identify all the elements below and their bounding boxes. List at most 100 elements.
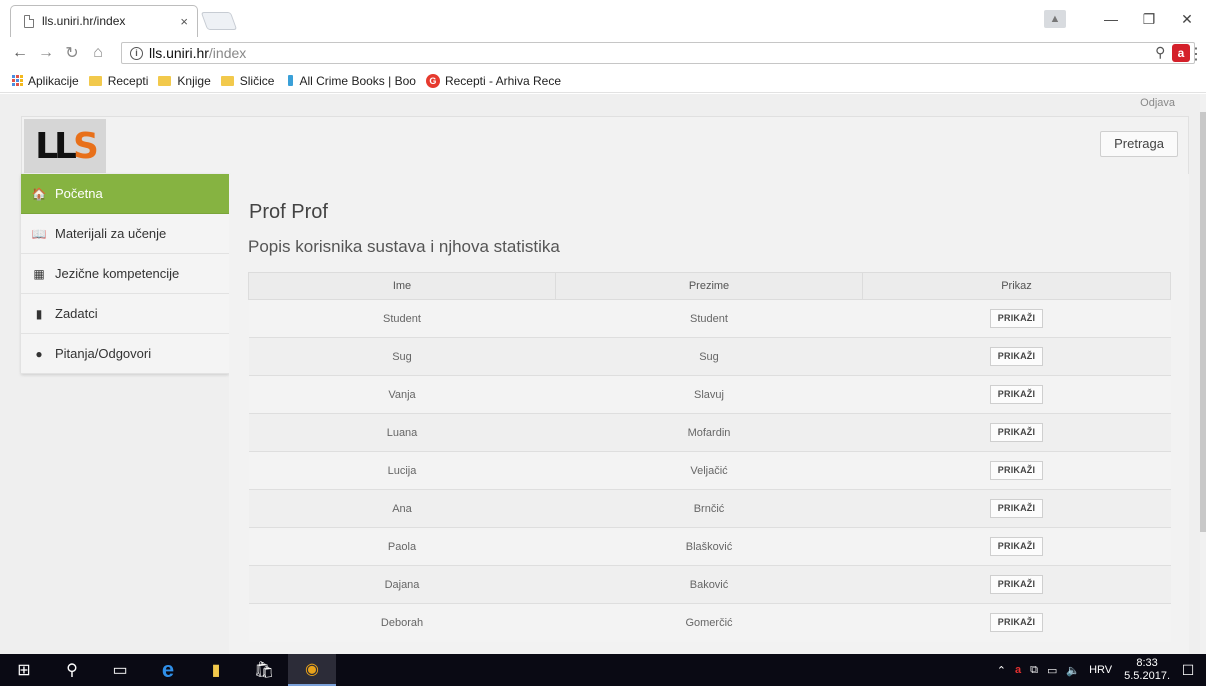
table-row: Lucija Veljačić PRIKAŽI bbox=[248, 451, 1171, 490]
bookmark-label: Aplikacije bbox=[28, 73, 79, 88]
key-icon[interactable]: ⚲ bbox=[1155, 44, 1165, 61]
restore-icon[interactable]: ❐ bbox=[1130, 11, 1168, 28]
bookmark-label: All Crime Books | Boo bbox=[299, 73, 416, 88]
show-user-button[interactable]: PRIKAŽI bbox=[989, 613, 1044, 633]
new-tab-button[interactable] bbox=[200, 12, 238, 30]
logo-text: LLS bbox=[35, 125, 99, 167]
tray-overflow-icon[interactable]: ⌃ bbox=[997, 664, 1006, 677]
column-header-prezime[interactable]: Prezime bbox=[555, 272, 863, 300]
reload-icon[interactable]: ↻ bbox=[61, 43, 83, 63]
column-header-ime[interactable]: Ime bbox=[248, 272, 556, 300]
cell-ime: Deborah bbox=[248, 603, 556, 642]
bookmark-recepti[interactable]: Recepti bbox=[88, 74, 148, 88]
clock-date: 5.5.2017. bbox=[1124, 670, 1170, 682]
cell-prikaz: PRIKAŽI bbox=[862, 489, 1171, 528]
table-row: Ana Brnčić PRIKAŽI bbox=[248, 489, 1171, 528]
main-content: Prof Prof Popis korisnika sustava i njho… bbox=[229, 174, 1189, 654]
wifi-icon[interactable]: ⧉ bbox=[1030, 664, 1038, 677]
url-path: /index bbox=[208, 45, 247, 61]
show-user-button[interactable]: PRIKAŽI bbox=[989, 309, 1044, 328]
logout-link[interactable]: Odjava bbox=[1140, 97, 1175, 109]
show-user-button[interactable]: PRIKAŽI bbox=[989, 499, 1044, 518]
windows-start-icon[interactable]: ⊞ bbox=[0, 654, 48, 686]
scrollbar-thumb[interactable] bbox=[1200, 112, 1206, 532]
show-user-button[interactable]: PRIKAŽI bbox=[989, 461, 1044, 480]
site-logo[interactable]: LLS bbox=[24, 119, 106, 173]
sidebar-item-pitanja[interactable]: ● Pitanja/Odgovori bbox=[21, 334, 229, 374]
cell-prikaz: PRIKAŽI bbox=[862, 413, 1171, 452]
tab-close-icon[interactable]: × bbox=[180, 14, 188, 29]
cell-ime: Ana bbox=[248, 489, 556, 528]
back-arrow-icon[interactable]: ← bbox=[9, 44, 31, 62]
cell-prezime: Sug bbox=[555, 337, 863, 376]
show-user-button[interactable]: PRIKAŽI bbox=[989, 575, 1044, 594]
site-info-icon[interactable]: i bbox=[130, 46, 143, 60]
cell-ime: Sug bbox=[248, 337, 556, 376]
clock-time: 8:33 bbox=[1136, 657, 1158, 669]
column-header-prikaz[interactable]: Prikaz bbox=[862, 272, 1171, 300]
sidebar-item-zadatci[interactable]: ▮ Zadatci bbox=[21, 294, 229, 334]
sidebar-nav: 🏠 Početna 📖 Materijali za učenje ▦ Jezič… bbox=[21, 174, 229, 374]
edge-browser-icon[interactable]: e bbox=[144, 654, 192, 686]
sidebar-item-materijali[interactable]: 📖 Materijali za učenje bbox=[21, 214, 229, 254]
sidebar-item-label: Početna bbox=[55, 186, 103, 201]
bookmark-slicice[interactable]: Sličice bbox=[220, 73, 275, 88]
user-profile-icon[interactable]: ▲ bbox=[1044, 10, 1066, 28]
browser-menu-icon[interactable]: ⋮ bbox=[1188, 44, 1204, 64]
bookmark-recepti-arhiva[interactable]: G Recepti - Arhiva Rece bbox=[425, 73, 561, 88]
language-indicator[interactable]: HRV bbox=[1089, 664, 1112, 676]
home-icon[interactable]: ⌂ bbox=[87, 44, 109, 62]
sidebar-item-pocetna[interactable]: 🏠 Početna bbox=[21, 174, 229, 214]
cell-ime: Student bbox=[248, 299, 556, 338]
bookmark-apps[interactable]: Aplikacije bbox=[12, 74, 79, 88]
task-view-icon[interactable]: ▭ bbox=[96, 654, 144, 686]
calendar-icon: ▦ bbox=[33, 266, 45, 281]
chrome-icon[interactable]: ◉ bbox=[288, 654, 336, 686]
store-icon[interactable]: 🛍 bbox=[240, 654, 288, 686]
cell-prezime: Brnčić bbox=[555, 489, 863, 528]
file-explorer-icon[interactable]: ▮ bbox=[192, 654, 240, 686]
page-favicon-icon bbox=[24, 14, 34, 28]
browser-tab[interactable]: lls.uniri.hr/index × bbox=[10, 5, 198, 37]
bookmark-knjige[interactable]: Knjige bbox=[158, 74, 211, 88]
system-tray: ⌃ a ⧉ ▭ 🔈 HRV 8:33 5.5.2017. ☐ bbox=[988, 654, 1206, 686]
action-center-icon[interactable]: ☐ bbox=[1170, 662, 1206, 679]
search-button[interactable]: Pretraga bbox=[1100, 131, 1178, 157]
table-row: Sug Sug PRIKAŽI bbox=[248, 337, 1171, 376]
folder-icon bbox=[158, 75, 172, 86]
minimize-icon[interactable]: — bbox=[1092, 11, 1130, 27]
window-controls: ▲ — ❐ ✕ bbox=[1044, 0, 1206, 38]
avira-tray-icon[interactable]: a bbox=[1015, 664, 1021, 676]
table-header-row: Ime Prezime Prikaz bbox=[248, 272, 1171, 300]
page-scrollbar[interactable] bbox=[1200, 94, 1206, 654]
bookmark-crime-books[interactable]: All Crime Books | Boo bbox=[284, 74, 416, 88]
cell-prikaz: PRIKAŽI bbox=[862, 299, 1171, 338]
battery-icon[interactable]: ▭ bbox=[1047, 664, 1057, 677]
clock[interactable]: 8:33 5.5.2017. bbox=[1124, 657, 1170, 683]
show-user-button[interactable]: PRIKAŽI bbox=[989, 347, 1044, 366]
table-row: Deborah Gomerčić PRIKAŽI bbox=[248, 603, 1171, 642]
volume-muted-icon[interactable]: 🔈 bbox=[1066, 664, 1080, 677]
show-user-button[interactable]: PRIKAŽI bbox=[989, 385, 1044, 404]
cell-prikaz: PRIKAŽI bbox=[862, 337, 1171, 376]
table-row: Student Student PRIKAŽI bbox=[248, 299, 1171, 338]
close-icon[interactable]: ✕ bbox=[1168, 11, 1206, 28]
bookmark-label: Sličice bbox=[239, 73, 275, 88]
cell-prezime: Baković bbox=[555, 565, 863, 604]
address-bar[interactable]: i lls.uniri.hr/index ⚲ ☆ bbox=[121, 42, 1195, 64]
cell-prezime: Veljačić bbox=[555, 451, 863, 490]
search-icon[interactable]: ⚲ bbox=[48, 654, 96, 686]
bookmarks-bar: Aplikacije Recepti Knjige Sličice All Cr… bbox=[0, 69, 1206, 93]
table-row: Paola Blašković PRIKAŽI bbox=[248, 527, 1171, 566]
cell-prezime: Gomerčić bbox=[555, 603, 863, 642]
speech-bubble-icon: ● bbox=[35, 346, 43, 361]
sidebar-item-kompetencije[interactable]: ▦ Jezične kompetencije bbox=[21, 254, 229, 294]
forward-arrow-icon[interactable]: → bbox=[35, 44, 57, 62]
show-user-button[interactable]: PRIKAŽI bbox=[989, 537, 1044, 556]
show-user-button[interactable]: PRIKAŽI bbox=[989, 423, 1044, 442]
cell-prikaz: PRIKAŽI bbox=[862, 375, 1171, 414]
cell-ime: Lucija bbox=[248, 451, 556, 490]
page-subtitle: Popis korisnika sustava i njhova statist… bbox=[248, 237, 560, 256]
cell-prezime: Blašković bbox=[555, 527, 863, 566]
browser-titlebar: lls.uniri.hr/index × ▲ — ❐ ✕ bbox=[0, 0, 1206, 38]
